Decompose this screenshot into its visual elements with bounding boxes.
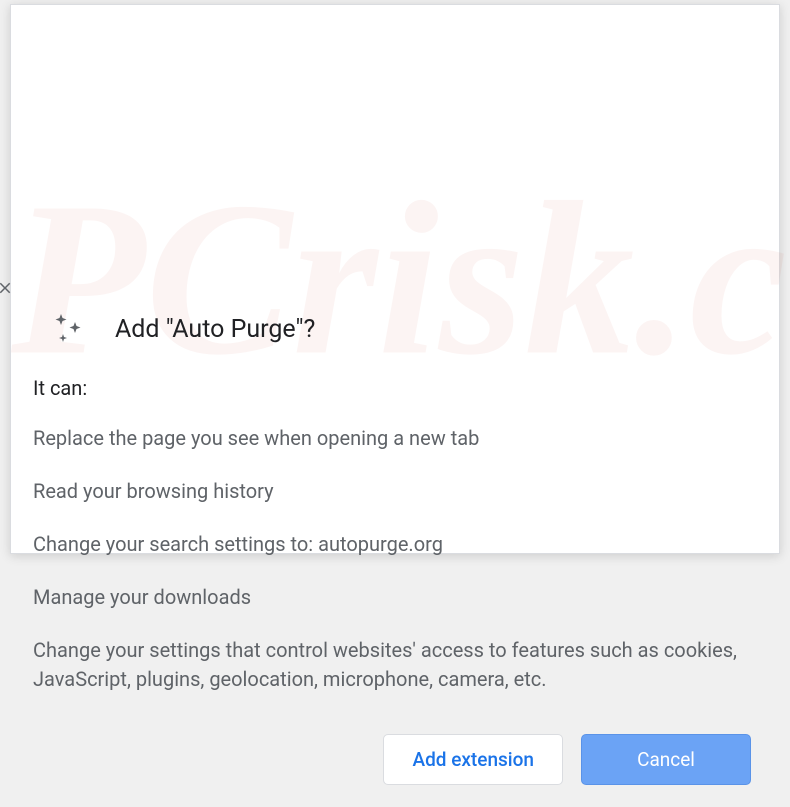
permission-item: Replace the page you see when opening a … (33, 424, 739, 453)
cancel-button[interactable]: Cancel (581, 734, 751, 785)
sparkle-icon (51, 312, 85, 346)
permission-item: Change your settings that control websit… (33, 636, 739, 694)
dialog-title: Add "Auto Purge"? (115, 315, 315, 344)
extension-icon (51, 312, 85, 346)
it-can-label: It can: (33, 376, 739, 400)
dialog-content: It can: Replace the page you see when op… (11, 366, 779, 714)
dialog-buttons: Add extension Cancel (11, 714, 779, 807)
permission-item: Manage your downloads (33, 583, 739, 612)
add-extension-button[interactable]: Add extension (383, 734, 563, 785)
permission-item: Change your search settings to: autopurg… (33, 530, 739, 559)
dialog-header: Add "Auto Purge"? (11, 282, 779, 366)
extension-install-dialog: PCrisk.com Add "Auto Purge"? It can: Rep… (10, 4, 780, 554)
permission-item: Read your browsing history (33, 477, 739, 506)
